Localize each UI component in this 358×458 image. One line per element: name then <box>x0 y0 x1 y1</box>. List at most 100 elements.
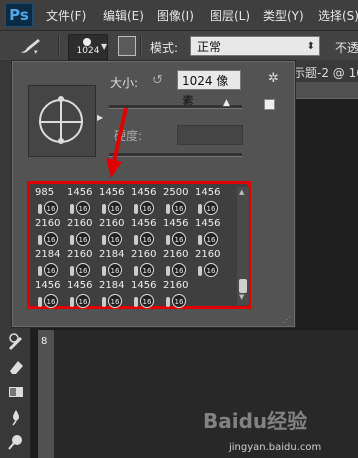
watermark-logo: Baidu经验 <box>203 409 308 433</box>
brush-badge: 16 <box>44 232 58 246</box>
brush-preset[interactable]: 1456 16 <box>131 186 163 220</box>
brush-tip-preview[interactable] <box>28 85 96 157</box>
brush-badge: 16 <box>44 201 58 215</box>
brush-preset[interactable]: 1456 16 <box>67 186 99 220</box>
brush-badge: 16 <box>140 294 154 308</box>
brush-preset[interactable]: 1456 16 <box>35 279 67 313</box>
brush-preset[interactable]: 2160 16 <box>67 217 99 251</box>
separator <box>58 35 60 57</box>
gear-icon[interactable]: ✲ <box>268 71 279 86</box>
canvas-area[interactable] <box>54 330 358 458</box>
size-slider-thumb[interactable]: ▲ <box>223 98 230 108</box>
brush-tip-icon <box>198 204 202 214</box>
brush-tip-icon <box>134 235 138 245</box>
watermark-url: jingyan.baidu.com <box>229 442 322 453</box>
brush-preset[interactable]: 2184 16 <box>99 279 131 313</box>
preset-scrollbar[interactable]: ▲ ▼ <box>237 187 249 305</box>
brush-tip-icon <box>102 235 106 245</box>
blur-tool-icon[interactable] <box>6 407 26 427</box>
brush-preset-grid: ▲ ▼ 985 16 1456 16 1456 16 1456 16 2500 16 1456 16 2… <box>27 181 251 309</box>
brush-preset[interactable] <box>195 279 227 313</box>
brush-tip-icon <box>134 204 138 214</box>
brush-preset[interactable]: 2160 16 <box>67 248 99 282</box>
brush-tip-icon <box>102 204 106 214</box>
options-bar: ▾ 1024 ▼ 模式: 正常 ⬍ 不透 <box>0 31 358 61</box>
size-input[interactable]: 1024 像素 <box>177 70 241 108</box>
brush-preset-size: 2160 <box>67 218 93 229</box>
brush-tip-icon <box>166 266 170 276</box>
brush-preset[interactable]: 2160 16 <box>163 248 195 282</box>
reset-icon[interactable]: ↺ <box>152 73 163 88</box>
brush-preset[interactable]: 2160 16 <box>131 248 163 282</box>
select-caret-icon: ⬍ <box>306 41 315 52</box>
brush-preset-size: 2184 <box>99 280 125 291</box>
brush-preset[interactable]: 1456 16 <box>131 217 163 251</box>
resize-grip-icon[interactable]: ⋰ <box>283 315 291 324</box>
menu-edit[interactable]: 编辑(E) <box>103 7 144 24</box>
angle-handle[interactable] <box>58 96 64 102</box>
brush-preset[interactable]: 2160 16 <box>195 248 227 282</box>
brush-tip-icon <box>70 235 74 245</box>
brush-badge: 16 <box>108 232 122 246</box>
brush-preset-size: 2160 <box>35 218 61 229</box>
brush-tip-icon <box>166 297 170 307</box>
brush-preset[interactable]: 1456 16 <box>163 217 195 251</box>
brush-preset-size: 1456 <box>195 218 221 229</box>
scroll-thumb[interactable] <box>239 279 247 293</box>
hardness-input[interactable] <box>177 125 243 145</box>
hardness-slider[interactable] <box>109 153 242 157</box>
brush-preset[interactable]: 1456 16 <box>131 279 163 313</box>
brush-badge: 16 <box>108 263 122 277</box>
dodge-tool-icon[interactable] <box>6 432 26 452</box>
brush-badge: 16 <box>204 201 218 215</box>
menu-image[interactable]: 图像(I) <box>157 7 194 24</box>
brush-badge: 16 <box>76 201 90 215</box>
history-brush-tool-icon[interactable] <box>6 332 26 352</box>
brush-preset-size: 2160 <box>163 249 189 260</box>
ruler-mark: 8 <box>41 336 48 347</box>
brush-preset-size: 1456 <box>67 280 93 291</box>
vertical-ruler: 8 <box>38 330 54 458</box>
menu-type[interactable]: 类型(Y) <box>263 7 304 24</box>
brush-tip-icon <box>166 204 170 214</box>
eraser-tool-icon[interactable] <box>6 357 26 377</box>
brush-panel-toggle-icon[interactable] <box>118 36 136 56</box>
brush-preset[interactable]: 2184 16 <box>35 248 67 282</box>
brush-preset[interactable]: 2160 16 <box>35 217 67 251</box>
brush-preset-size: 1456 <box>35 280 61 291</box>
scroll-up-icon[interactable]: ▲ <box>239 188 244 196</box>
brush-tip-icon <box>70 266 74 276</box>
brush-preset[interactable]: 985 16 <box>35 186 67 220</box>
brush-preset-size: 1456 <box>195 187 221 198</box>
brush-badge: 16 <box>108 201 122 215</box>
mode-select[interactable]: 正常 ⬍ <box>190 36 320 56</box>
gradient-tool-icon[interactable] <box>6 382 26 402</box>
brush-preset[interactable]: 2184 16 <box>99 248 131 282</box>
brush-preset[interactable]: 2500 16 <box>163 186 195 220</box>
new-preset-icon[interactable] <box>264 99 275 110</box>
brush-tip-icon <box>102 297 106 307</box>
brush-preset[interactable]: 1456 16 <box>99 186 131 220</box>
brush-preset[interactable]: 1456 16 <box>195 186 227 220</box>
brush-badge: 16 <box>44 294 58 308</box>
brush-preset-size: 1456 <box>99 187 125 198</box>
brush-preset[interactable]: 1456 16 <box>67 279 99 313</box>
brush-tool-icon[interactable]: ▾ <box>18 37 42 55</box>
brush-badge: 16 <box>108 294 122 308</box>
brush-preset[interactable]: 1456 16 <box>195 217 227 251</box>
brush-preset-size: 2160 <box>99 218 125 229</box>
brush-preset[interactable]: 2160 16 <box>99 217 131 251</box>
menu-select[interactable]: 选择(S) <box>318 7 358 24</box>
chevron-down-icon[interactable]: ▼ <box>101 42 107 51</box>
menu-file[interactable]: 文件(F) <box>46 7 86 24</box>
scroll-down-icon[interactable]: ▼ <box>239 293 244 301</box>
brush-preset[interactable]: 2160 16 <box>163 279 195 313</box>
menu-bar: Ps 文件(F) 编辑(E) 图像(I) 图层(L) 类型(Y) 选择(S) <box>0 0 358 31</box>
brush-preset-size: 2160 <box>67 249 93 260</box>
menu-layer[interactable]: 图层(L) <box>210 7 250 24</box>
brush-badge: 16 <box>172 232 186 246</box>
crosshair-v <box>60 99 62 143</box>
brush-tip-icon <box>38 235 42 245</box>
brush-badge: 16 <box>76 232 90 246</box>
angle-handle[interactable] <box>58 138 64 144</box>
